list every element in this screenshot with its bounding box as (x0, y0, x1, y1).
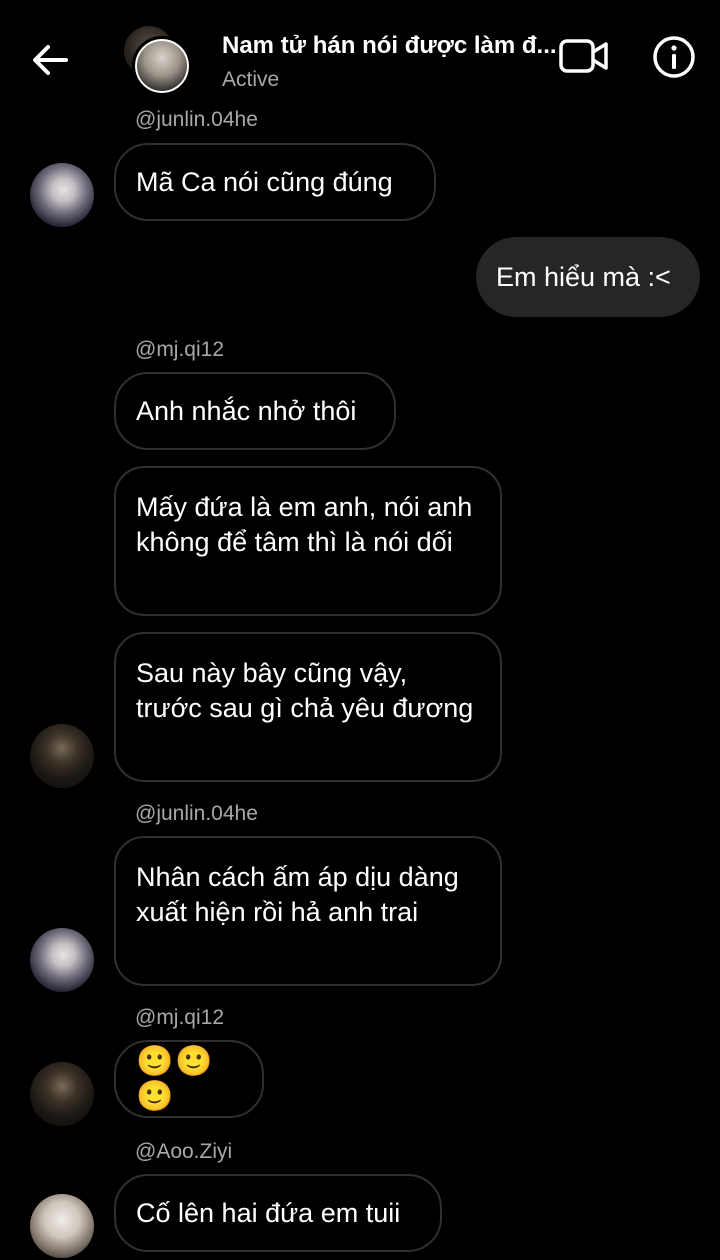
sender-avatar[interactable] (30, 724, 94, 788)
sender-username[interactable]: @mj.qi12 (135, 338, 224, 362)
sender-avatar[interactable] (30, 928, 94, 992)
sender-username[interactable]: @mj.qi12 (135, 1006, 224, 1030)
outgoing-message-bubble[interactable]: Em hiểu mà :< (476, 237, 700, 317)
active-status: Active (222, 68, 280, 91)
back-arrow-icon[interactable] (28, 38, 72, 82)
emoji-message-bubble[interactable]: 🙂🙂🙂 (114, 1040, 264, 1118)
message-bubble[interactable]: Sau này bây cũng vậy, trước sau gì chả y… (114, 632, 502, 782)
group-avatar-front (132, 36, 192, 96)
sender-avatar[interactable] (30, 1062, 94, 1126)
message-bubble[interactable]: Mấy đứa là em anh, nói anh không để tâm … (114, 466, 502, 616)
message-bubble[interactable]: Anh nhắc nhở thôi (114, 372, 396, 450)
sender-avatar[interactable] (30, 163, 94, 227)
message-bubble[interactable]: Mã Ca nói cũng đúng (114, 143, 436, 221)
group-avatar[interactable] (124, 26, 196, 98)
sender-username[interactable]: @Aoo.Ziyi (135, 1140, 232, 1164)
chat-header: Nam tử hán nói được làm đ... Active (0, 0, 720, 108)
sender-avatar[interactable] (30, 1194, 94, 1258)
video-call-icon[interactable] (558, 36, 610, 76)
message-bubble[interactable]: Nhân cách ấm áp dịu dàng xuất hiện rồi h… (114, 836, 502, 986)
chat-title[interactable]: Nam tử hán nói được làm đ... (222, 32, 562, 60)
sender-username[interactable]: @junlin.04he (135, 802, 258, 826)
info-icon[interactable] (652, 35, 696, 79)
sender-username[interactable]: @junlin.04he (135, 108, 258, 132)
message-bubble[interactable]: Cố lên hai đứa em tuii (114, 1174, 442, 1252)
